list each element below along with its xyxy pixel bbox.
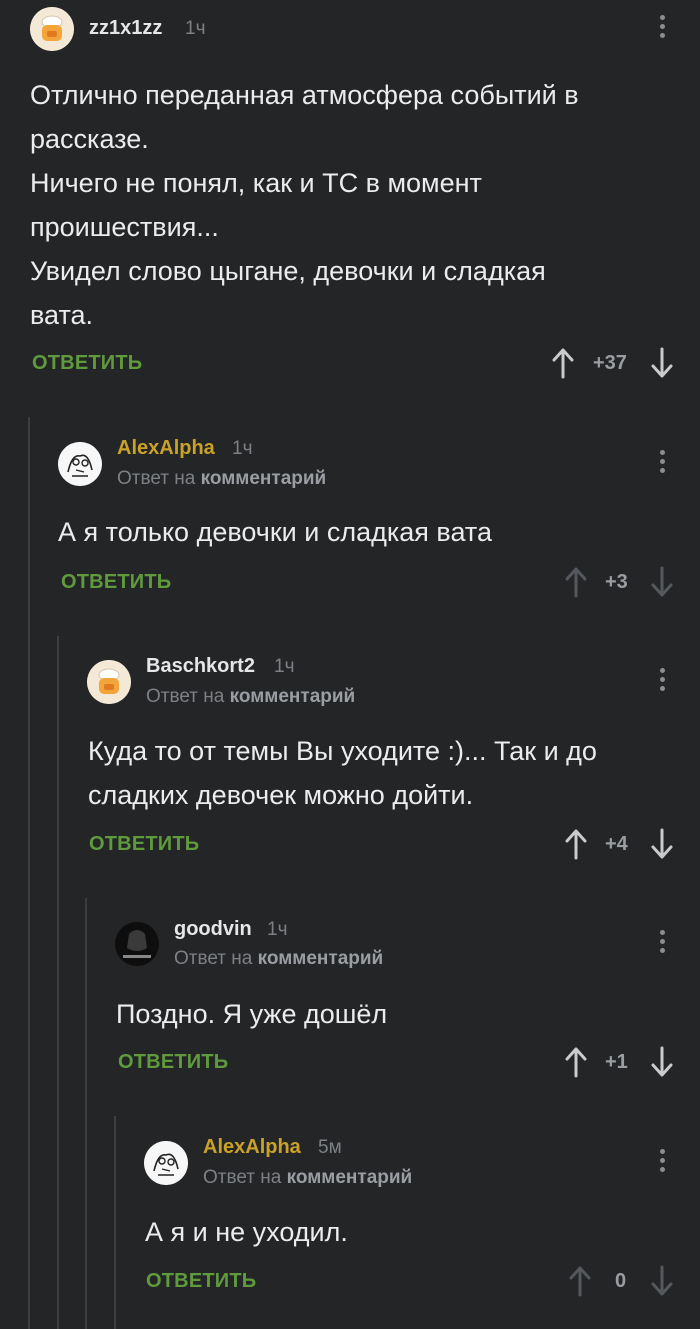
upvote-arrow-icon[interactable]	[568, 1265, 592, 1297]
vote-score: +3	[605, 571, 628, 593]
username[interactable]: AlexAlpha	[117, 437, 215, 460]
username[interactable]: AlexAlpha	[203, 1136, 301, 1159]
thread-line-2	[57, 636, 59, 1329]
more-options-icon[interactable]	[657, 450, 667, 478]
upvote-arrow-icon[interactable]	[564, 1046, 588, 1078]
reply-to-prefix: Ответ на	[203, 1167, 282, 1188]
timestamp: 1ч	[185, 18, 206, 39]
comment-text: А я и не уходил.	[145, 1210, 675, 1254]
username[interactable]: zz1x1zz	[89, 17, 162, 40]
thread-line-3	[85, 898, 87, 1329]
downvote-arrow-icon[interactable]	[650, 1265, 674, 1297]
timestamp: 1ч	[267, 919, 288, 940]
timestamp: 5м	[318, 1137, 342, 1158]
sketch-avatar-icon	[58, 442, 102, 486]
reply-to-prefix: Ответ на	[146, 686, 225, 707]
reply-to-link[interactable]: комментарий	[230, 686, 356, 707]
dark-avatar-icon	[115, 922, 159, 966]
comment-text-line: проишествия...	[30, 212, 219, 242]
comment-text-line: Отлично переданная атмосфера событий в	[30, 80, 579, 110]
comment-text-line: рассказе.	[30, 124, 149, 154]
reply-to-prefix: Ответ на	[174, 948, 253, 969]
reply-to-link[interactable]: комментарий	[258, 948, 384, 969]
thread-line-1	[28, 417, 30, 1329]
reply-to-link[interactable]: комментарий	[201, 468, 327, 489]
timestamp: 1ч	[274, 656, 295, 677]
more-options-icon[interactable]	[657, 930, 667, 958]
reply-button[interactable]: ОТВЕТИТЬ	[118, 1051, 228, 1074]
downvote-arrow-icon[interactable]	[650, 566, 674, 598]
comment-text-line: сладких девочек можно дойти.	[88, 780, 474, 810]
reply-to-link[interactable]: комментарий	[287, 1167, 413, 1188]
more-options-icon[interactable]	[657, 15, 667, 43]
more-options-icon[interactable]	[657, 668, 667, 696]
username[interactable]: goodvin	[174, 918, 252, 941]
upvote-arrow-icon[interactable]	[551, 347, 575, 379]
reply-to-label: Ответ на комментарий	[203, 1167, 412, 1189]
downvote-arrow-icon[interactable]	[650, 347, 674, 379]
vote-score: +1	[605, 1051, 628, 1073]
chef-avatar-icon	[30, 7, 74, 51]
comment-text-line: А я и не уходил.	[145, 1217, 348, 1247]
avatar[interactable]	[30, 7, 74, 51]
reply-button[interactable]: ОТВЕТИТЬ	[89, 833, 199, 856]
avatar[interactable]	[144, 1141, 188, 1185]
downvote-arrow-icon[interactable]	[650, 828, 674, 860]
avatar[interactable]	[58, 442, 102, 486]
timestamp: 1ч	[232, 438, 253, 459]
comment-text-line: А я только девочки и сладкая вата	[58, 517, 492, 547]
avatar[interactable]	[87, 660, 131, 704]
username[interactable]: Baschkort2	[146, 655, 255, 678]
comment-text-line: Куда то от темы Вы уходите :)... Так и д…	[88, 736, 597, 766]
comment-text-line: Ничего не понял, как и ТС в момент	[30, 168, 482, 198]
comment-text: Куда то от темы Вы уходите :)... Так и д…	[88, 729, 678, 817]
upvote-arrow-icon[interactable]	[564, 828, 588, 860]
reply-to-label: Ответ на комментарий	[174, 948, 383, 970]
comment-text-line: Увидел слово цыгане, девочки и сладкая	[30, 256, 546, 286]
reply-button[interactable]: ОТВЕТИТЬ	[61, 571, 171, 594]
vote-score: +4	[605, 833, 628, 855]
sketch-avatar-icon	[144, 1141, 188, 1185]
chef-avatar-icon	[87, 660, 131, 704]
avatar[interactable]	[115, 922, 159, 966]
reply-button[interactable]: ОТВЕТИТЬ	[32, 352, 142, 375]
thread-line-4	[114, 1116, 116, 1329]
reply-to-label: Ответ на комментарий	[146, 686, 355, 708]
comment-text-line: Поздно. Я уже дошёл	[116, 999, 388, 1029]
reply-to-label: Ответ на комментарий	[117, 468, 326, 490]
comment-text: Отлично переданная атмосфера событий в р…	[30, 73, 670, 337]
comment-text-line: вата.	[30, 300, 94, 330]
downvote-arrow-icon[interactable]	[650, 1046, 674, 1078]
reply-to-prefix: Ответ на	[117, 468, 196, 489]
comment-text: Поздно. Я уже дошёл	[116, 992, 676, 1036]
more-options-icon[interactable]	[657, 1149, 667, 1177]
vote-score: 0	[615, 1270, 627, 1292]
upvote-arrow-icon[interactable]	[564, 566, 588, 598]
vote-score: +37	[593, 352, 627, 374]
comment-text: А я только девочки и сладкая вата	[58, 510, 668, 554]
reply-button[interactable]: ОТВЕТИТЬ	[146, 1270, 256, 1293]
